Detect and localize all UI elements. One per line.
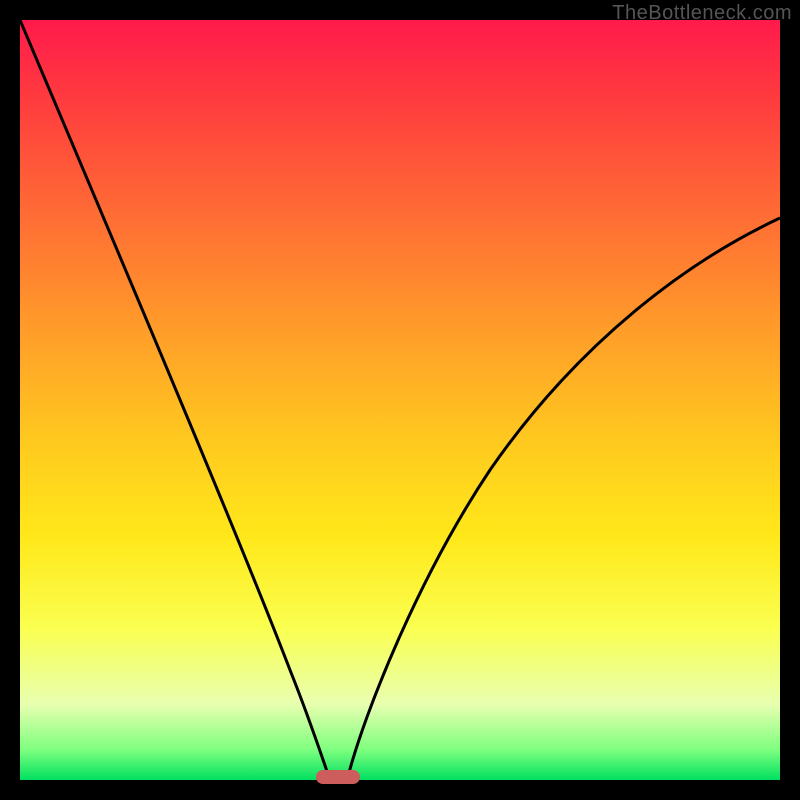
curve-left-branch: [20, 20, 330, 780]
curve-layer: [20, 20, 780, 780]
chart-container: TheBottleneck.com: [0, 0, 800, 800]
minimum-marker: [316, 770, 360, 784]
curve-right-branch: [347, 218, 780, 780]
plot-area: [20, 20, 780, 780]
